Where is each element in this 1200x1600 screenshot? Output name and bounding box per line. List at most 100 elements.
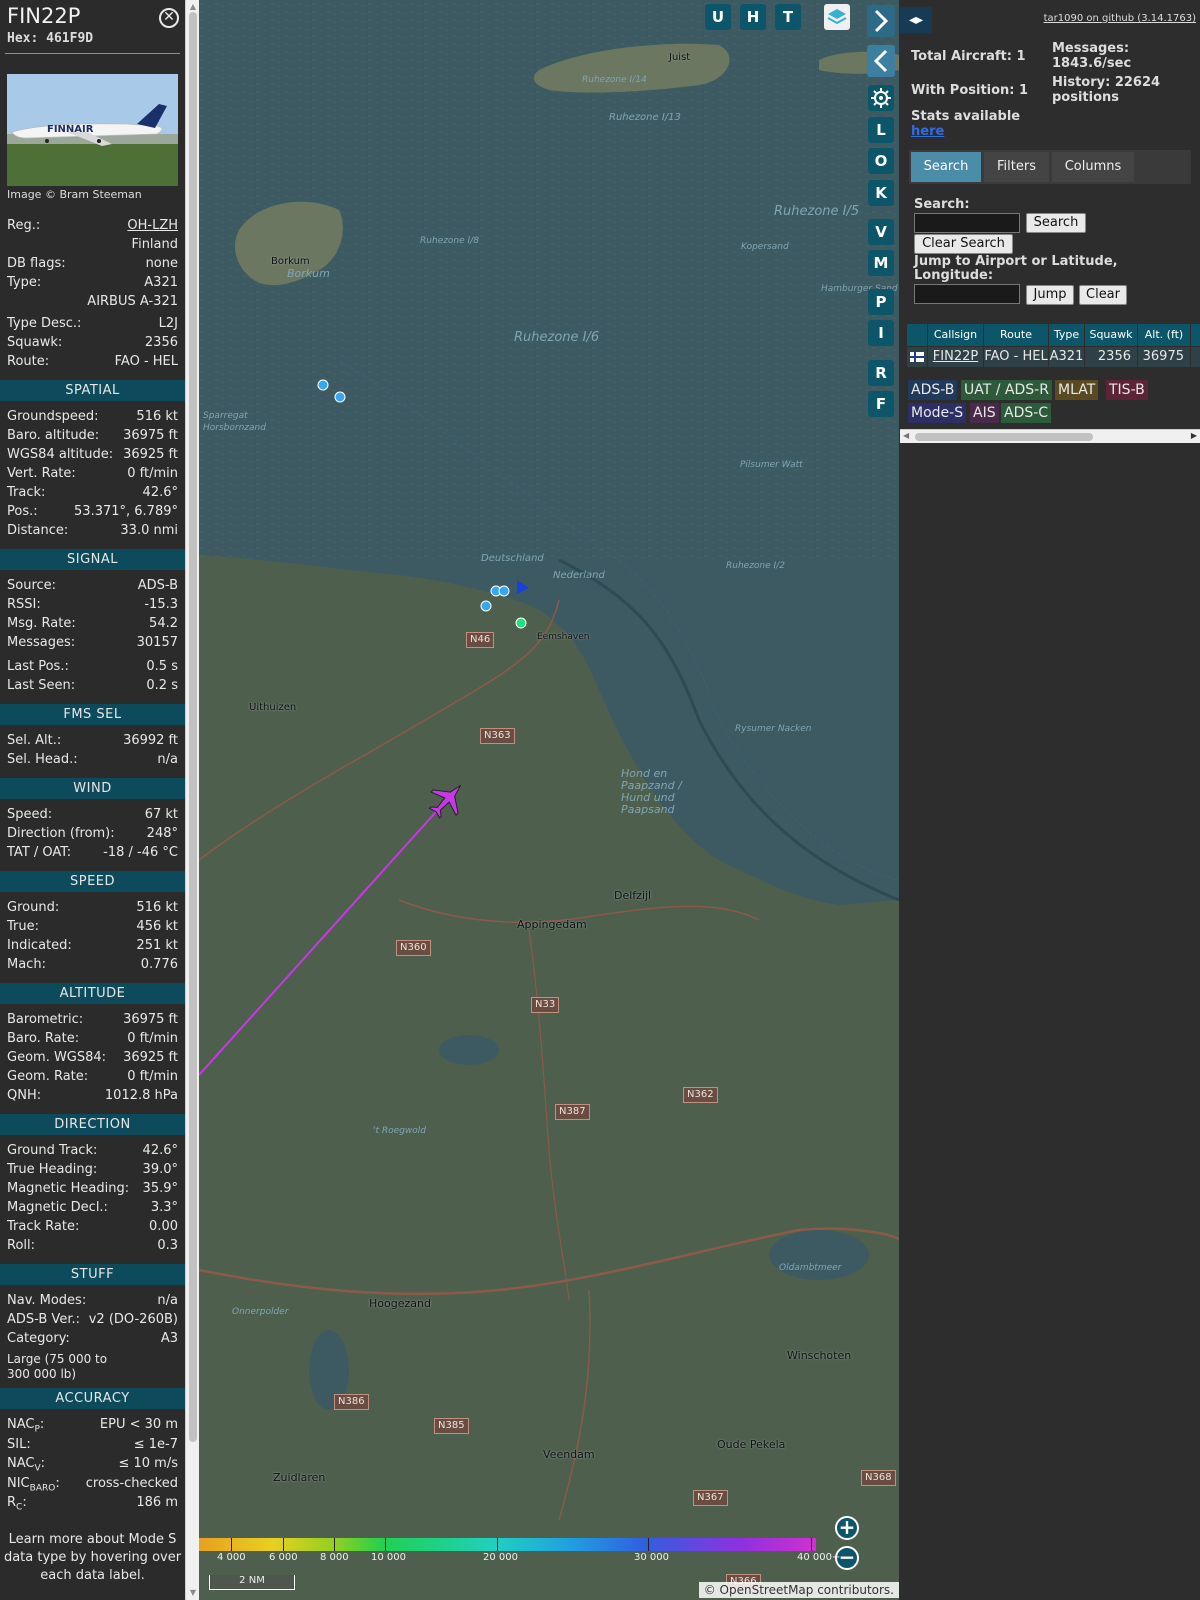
info-row-label[interactable]: Geom. Rate: (7, 1069, 88, 1084)
source-tag-uat-ads-r[interactable]: UAT / ADS-R (961, 380, 1052, 400)
info-row-label[interactable]: Ground Track: (7, 1143, 97, 1158)
info-row-label[interactable]: Vert. Rate: (7, 466, 76, 481)
chevron-right-icon[interactable] (867, 5, 895, 37)
accuracy-row-label[interactable]: NICBARO: (7, 1476, 60, 1494)
tab-search[interactable]: Search (911, 152, 981, 182)
tab-filters[interactable]: Filters (984, 152, 1049, 182)
info-row-label[interactable]: Type Desc.: (7, 316, 81, 331)
map-button-l[interactable]: L (868, 117, 894, 143)
scrollbar-thumb[interactable] (189, 12, 197, 1442)
info-row-label[interactable]: Type: (7, 275, 41, 290)
info-row-label[interactable]: Speed: (7, 807, 52, 822)
scroll-up-icon[interactable]: ▲ (188, 2, 198, 12)
scroll-left-icon[interactable]: ◀ (903, 431, 909, 440)
scroll-down-icon[interactable]: ▼ (188, 1588, 198, 1598)
info-row-label[interactable]: Source: (7, 578, 56, 593)
info-row-label[interactable]: Msg. Rate: (7, 616, 76, 631)
info-row-label[interactable]: Route: (7, 354, 49, 369)
info-row-label[interactable]: Ground: (7, 900, 59, 915)
accuracy-row-label[interactable]: NACV: (7, 1456, 45, 1474)
map-button-f[interactable]: F (868, 391, 894, 417)
info-row-label[interactable]: Baro. Rate: (7, 1031, 79, 1046)
info-row-label[interactable]: Messages: (7, 635, 75, 650)
table-header-squawk[interactable]: Squawk (1085, 324, 1137, 346)
info-row-label[interactable]: Track Rate: (7, 1219, 79, 1234)
chevron-left-icon[interactable] (867, 45, 895, 77)
map-button-p[interactable]: P (868, 289, 894, 315)
info-row-label[interactable]: Baro. altitude: (7, 428, 99, 443)
info-row-label[interactable]: Groundspeed: (7, 409, 98, 424)
info-row-label[interactable]: Pos.: (7, 504, 38, 519)
table-header-altitude[interactable]: Alt. (ft) (1138, 324, 1190, 346)
source-tag-ads-c[interactable]: ADS-C (1001, 403, 1052, 423)
table-header-route[interactable]: Route (984, 324, 1048, 346)
toggle-panel-icon[interactable]: ◂▸ (900, 7, 932, 33)
info-row-label[interactable]: Distance: (7, 523, 68, 538)
table-row-type[interactable]: A321 (1049, 347, 1084, 367)
toolbar-button-u[interactable]: U (705, 4, 731, 30)
table-header-callsign[interactable]: Callsign (928, 324, 983, 346)
table-row-flag[interactable] (907, 347, 927, 367)
table-row-altitude[interactable]: 36975 (1138, 347, 1190, 367)
zoom-in-icon[interactable]: + (835, 1516, 859, 1540)
clear-jump-button[interactable]: Clear (1079, 285, 1127, 305)
source-tag-tis-b[interactable]: TIS-B (1106, 380, 1148, 400)
info-row-label[interactable]: Category: (7, 1331, 70, 1346)
info-row-label[interactable]: Indicated: (7, 938, 72, 953)
info-row-label[interactable]: Magnetic Heading: (7, 1181, 129, 1196)
stats-link[interactable]: here (911, 124, 944, 139)
map-button-m[interactable]: M (868, 250, 894, 276)
clear-search-button[interactable]: Clear Search (914, 234, 1013, 254)
info-row-label[interactable]: Direction (from): (7, 826, 115, 841)
search-button[interactable]: Search (1026, 213, 1086, 233)
info-row-label[interactable]: TAT / OAT: (7, 845, 71, 860)
gear-icon[interactable] (868, 85, 894, 111)
table-row-callsign[interactable]: FIN22P (928, 347, 983, 367)
tab-columns[interactable]: Columns (1052, 152, 1134, 182)
close-icon[interactable]: ✕ (159, 8, 179, 28)
map-button-o[interactable]: O (868, 148, 894, 174)
info-row-label[interactable]: Sel. Alt.: (7, 733, 61, 748)
info-row-label[interactable]: True Heading: (7, 1162, 97, 1177)
info-row-label[interactable]: Magnetic Decl.: (7, 1200, 108, 1215)
table-row-route[interactable]: FAO - HEL (984, 347, 1048, 367)
info-row-label[interactable]: Roll: (7, 1238, 35, 1253)
github-link[interactable]: tar1090 on github (3.14.1763) (1044, 13, 1196, 24)
source-tag-mlat[interactable]: MLAT (1055, 380, 1099, 400)
info-row-label[interactable]: Squawk: (7, 335, 62, 350)
source-tag-ads-b[interactable]: ADS-B (908, 380, 958, 400)
search-input[interactable] (914, 213, 1020, 233)
scrollbar-thumb[interactable] (915, 433, 1093, 441)
map-button-v[interactable]: V (868, 219, 894, 245)
info-row-label[interactable]: Geom. WGS84: (7, 1050, 106, 1065)
map-button-k[interactable]: K (868, 180, 894, 206)
info-row-label[interactable]: DB flags: (7, 256, 66, 271)
source-tag-mode-s[interactable]: Mode-S (908, 403, 967, 423)
sidebar-scrollbar[interactable]: ▲ ▼ (185, 0, 199, 1600)
aircraft-photo[interactable]: FINNAIR (7, 74, 178, 186)
info-row-value[interactable]: OH-LZH (127, 218, 178, 233)
table-row-more[interactable] (1191, 347, 1200, 367)
scroll-right-icon[interactable]: ▶ (1191, 431, 1197, 440)
info-row-label[interactable]: QNH: (7, 1088, 41, 1103)
map-view[interactable]: Juist Borkum Borkum Ruhezone I/14 Ruhezone I… (199, 0, 899, 1600)
info-row-label[interactable]: Last Pos.: (7, 659, 69, 674)
map-button-i[interactable]: I (868, 320, 894, 346)
map-attribution[interactable]: © OpenStreetMap contributors. (698, 1582, 899, 1598)
jump-button[interactable]: Jump (1026, 285, 1074, 305)
table-header-more[interactable] (1191, 324, 1200, 346)
info-row-label[interactable]: RSSI: (7, 597, 41, 612)
info-row-label[interactable]: Nav. Modes: (7, 1293, 86, 1308)
map-button-r[interactable]: R (868, 360, 894, 386)
info-row-label[interactable]: ADS-B Ver.: (7, 1312, 80, 1327)
jump-input[interactable] (914, 284, 1020, 304)
info-row-label[interactable]: True: (7, 919, 39, 934)
info-row-label[interactable]: Sel. Head.: (7, 752, 78, 767)
layers-icon[interactable] (824, 4, 850, 30)
info-row-label[interactable]: Last Seen: (7, 678, 75, 693)
table-header-type[interactable]: Type (1049, 324, 1084, 346)
table-row-squawk[interactable]: 2356 (1085, 347, 1137, 367)
info-row-label[interactable]: Mach: (7, 957, 46, 972)
info-row-label[interactable]: Reg.: (7, 218, 40, 233)
accuracy-row-label[interactable]: SIL: (7, 1437, 31, 1452)
